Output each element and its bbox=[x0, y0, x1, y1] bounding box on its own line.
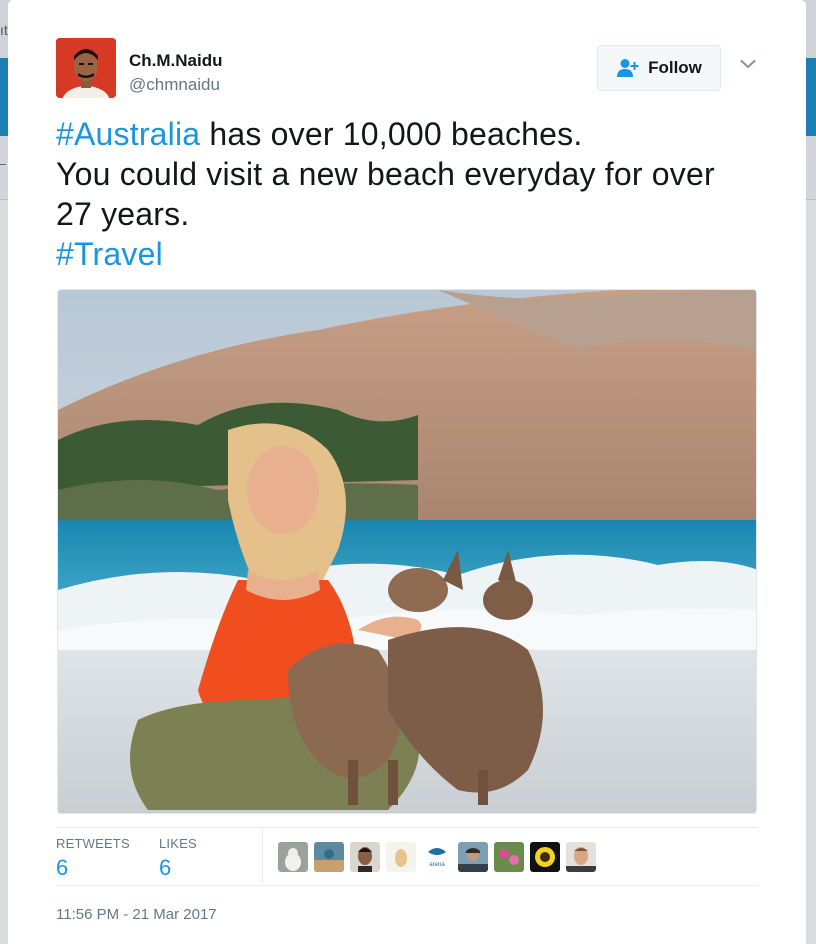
likes-label: LIKES bbox=[159, 836, 197, 851]
tweet-stats: RETWEETS 6 LIKES 6 arena bbox=[56, 827, 758, 886]
background-divider bbox=[0, 164, 6, 165]
tweet-timestamp[interactable]: 11:56 PM - 21 Mar 2017 bbox=[56, 906, 217, 923]
hashtag-australia[interactable]: #Australia bbox=[56, 116, 200, 152]
follow-label: Follow bbox=[648, 58, 702, 77]
tweet-text: #Australia has over 10,000 beaches. You … bbox=[56, 114, 768, 274]
background-text-fragment: ıt bbox=[0, 22, 8, 38]
svg-text:arena: arena bbox=[429, 862, 445, 868]
hashtag-travel[interactable]: #Travel bbox=[56, 236, 163, 272]
likes-count: 6 bbox=[159, 855, 172, 880]
tweet-photo[interactable] bbox=[57, 289, 757, 814]
weather-arena-avatar[interactable]: arena bbox=[422, 842, 452, 872]
follow-button[interactable]: Follow bbox=[597, 45, 721, 91]
stats-divider bbox=[262, 828, 263, 886]
retweets-label: RETWEETS bbox=[56, 836, 130, 851]
likes-stat[interactable]: LIKES 6 bbox=[159, 836, 197, 881]
retweets-count: 6 bbox=[56, 855, 69, 880]
person-avatar[interactable] bbox=[314, 842, 344, 872]
author-avatar[interactable] bbox=[56, 38, 116, 98]
flower-avatar[interactable] bbox=[494, 842, 524, 872]
author-name[interactable]: Ch.M.Naidu bbox=[129, 51, 223, 71]
dog-avatar[interactable] bbox=[278, 842, 308, 872]
tweet-modal: Ch.M.Naidu @chmnaidu Follow #Australia h… bbox=[8, 0, 806, 944]
tweet-line-4: #Travel bbox=[56, 234, 768, 274]
chevron-down-icon[interactable] bbox=[740, 58, 756, 70]
follow-user-icon bbox=[617, 59, 639, 77]
light-avatar[interactable] bbox=[386, 842, 416, 872]
tweet-line-3: 27 years. bbox=[56, 196, 190, 232]
retweets-stat[interactable]: RETWEETS 6 bbox=[56, 836, 130, 881]
liker-avatars: arena bbox=[278, 842, 596, 872]
tweet-line-1-text: has over 10,000 beaches. bbox=[200, 116, 583, 152]
person-avatar[interactable] bbox=[458, 842, 488, 872]
sunflower-avatar[interactable] bbox=[530, 842, 560, 872]
person-avatar[interactable] bbox=[566, 842, 596, 872]
tweet-line-1: #Australia has over 10,000 beaches. bbox=[56, 114, 768, 154]
person-avatar[interactable] bbox=[350, 842, 380, 872]
tweet-header: Ch.M.Naidu @chmnaidu Follow bbox=[56, 38, 768, 98]
author-handle[interactable]: @chmnaidu bbox=[129, 75, 220, 95]
tweet-line-2: You could visit a new beach everyday for… bbox=[56, 156, 715, 192]
